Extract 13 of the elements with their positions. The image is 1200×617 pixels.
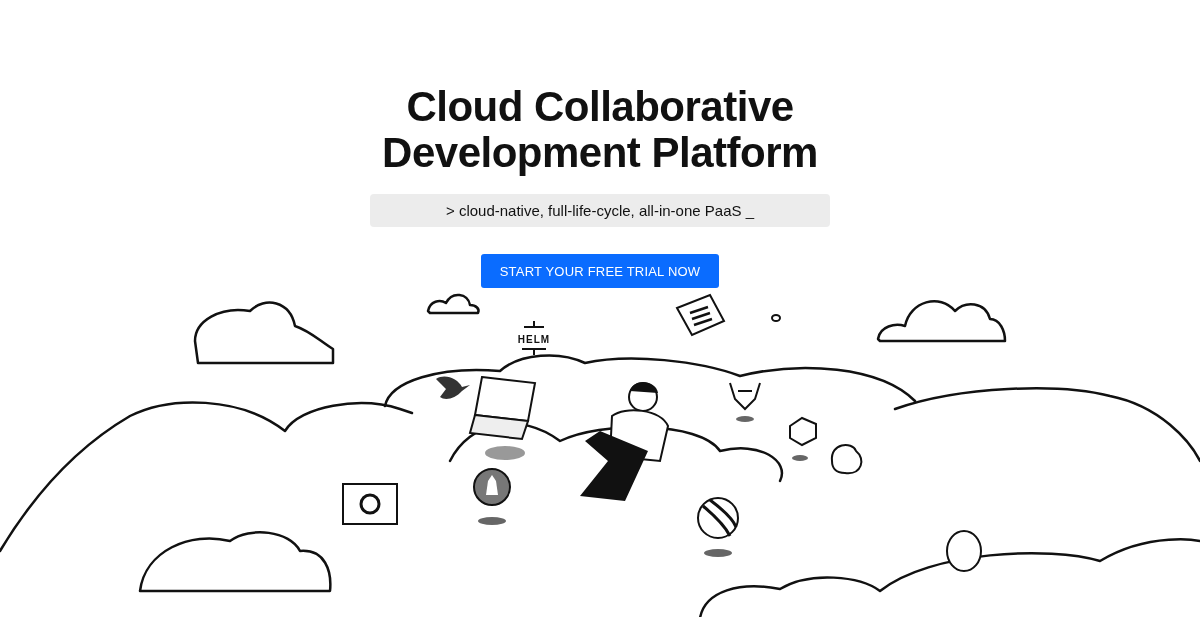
cloud-drawing (426, 293, 480, 315)
tagline-text: > cloud-native, full-life-cycle, all-in-one PaaS _ (370, 194, 830, 227)
helm-logo: HELM (517, 320, 551, 356)
ball-icon (697, 497, 739, 557)
free-trial-button[interactable]: START YOUR FREE TRIAL NOW (481, 254, 719, 288)
bird-icon (436, 376, 470, 399)
diamond-logo-icon (675, 293, 726, 337)
torch-logo-icon (473, 468, 511, 525)
pebble-icon (771, 314, 781, 322)
page-title: Cloud Collaborative Development Platform (381, 84, 819, 176)
laptop-icon (468, 375, 537, 460)
pebble-icon (946, 530, 982, 572)
peanut-icon (831, 444, 863, 475)
